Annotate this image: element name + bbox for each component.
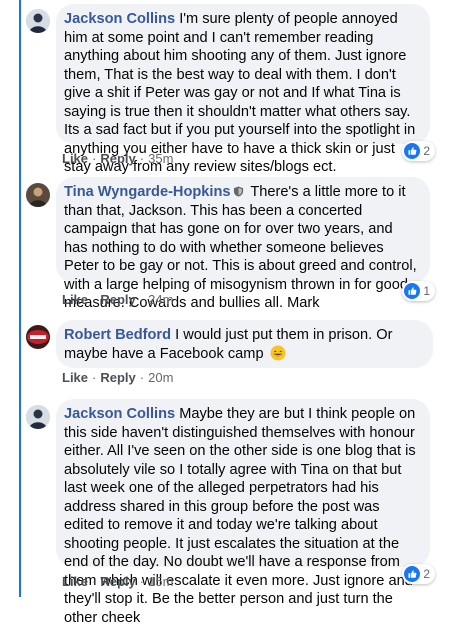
- reply-link[interactable]: Reply: [100, 151, 135, 166]
- avatar[interactable]: [26, 325, 50, 349]
- reaction-count-badge[interactable]: 2: [402, 564, 435, 584]
- separator: ·: [139, 151, 145, 166]
- reaction-count-badge[interactable]: 1: [402, 281, 435, 301]
- separator: ·: [139, 370, 145, 385]
- like-reaction-icon: [404, 143, 421, 159]
- comment-text: Maybe they are but I think people on thi…: [64, 406, 416, 626]
- like-reaction-icon: [404, 566, 421, 582]
- timestamp[interactable]: 24m: [148, 292, 173, 307]
- like-link[interactable]: Like: [62, 151, 88, 166]
- reaction-count: 2: [423, 144, 430, 158]
- like-link[interactable]: Like: [62, 574, 88, 589]
- author-name[interactable]: Tina Wyngarde-Hopkins: [64, 184, 231, 200]
- separator: ·: [92, 574, 97, 589]
- reply-link[interactable]: Reply: [100, 292, 135, 307]
- comment-bubble: Tina Wyngarde-Hopkins There's a little m…: [56, 177, 430, 311]
- author-name[interactable]: Robert Bedford: [64, 327, 171, 343]
- avatar[interactable]: [26, 183, 50, 207]
- reaction-count: 1: [423, 284, 430, 298]
- shield-icon: [233, 186, 243, 197]
- comment-actions: Like · Reply · 20m: [62, 370, 173, 385]
- separator: ·: [92, 292, 97, 307]
- avatar[interactable]: [26, 405, 50, 429]
- author-name[interactable]: Jackson Collins: [64, 11, 175, 27]
- author-name[interactable]: Jackson Collins: [64, 406, 175, 422]
- reply-link[interactable]: Reply: [100, 370, 135, 385]
- separator: ·: [139, 574, 145, 589]
- separator: ·: [139, 292, 145, 307]
- comment-bubble: Jackson Collins Maybe they are but I thi…: [56, 399, 430, 626]
- reply-link[interactable]: Reply: [100, 574, 135, 589]
- comment-actions: Like · Reply · 24m: [62, 292, 173, 307]
- reply-thread-line: [19, 0, 21, 597]
- timestamp[interactable]: 20m: [148, 370, 173, 385]
- comment-actions: Like · Reply · 15m: [62, 574, 173, 589]
- separator: ·: [92, 151, 97, 166]
- reaction-count: 2: [423, 567, 430, 581]
- avatar[interactable]: [26, 9, 50, 33]
- reaction-count-badge[interactable]: 2: [402, 141, 435, 161]
- comment-bubble: Jackson Collins I'm sure plenty of peopl…: [56, 4, 430, 175]
- like-link[interactable]: Like: [62, 370, 88, 385]
- grinning-emoji-icon: [270, 345, 286, 360]
- comment-bubble: Robert Bedford I would just put them in …: [56, 320, 433, 368]
- like-reaction-icon: [404, 283, 421, 299]
- timestamp[interactable]: 35m: [148, 151, 173, 166]
- separator: ·: [92, 370, 97, 385]
- comment-actions: Like · Reply · 35m: [62, 151, 173, 166]
- like-link[interactable]: Like: [62, 292, 88, 307]
- timestamp[interactable]: 15m: [148, 574, 173, 589]
